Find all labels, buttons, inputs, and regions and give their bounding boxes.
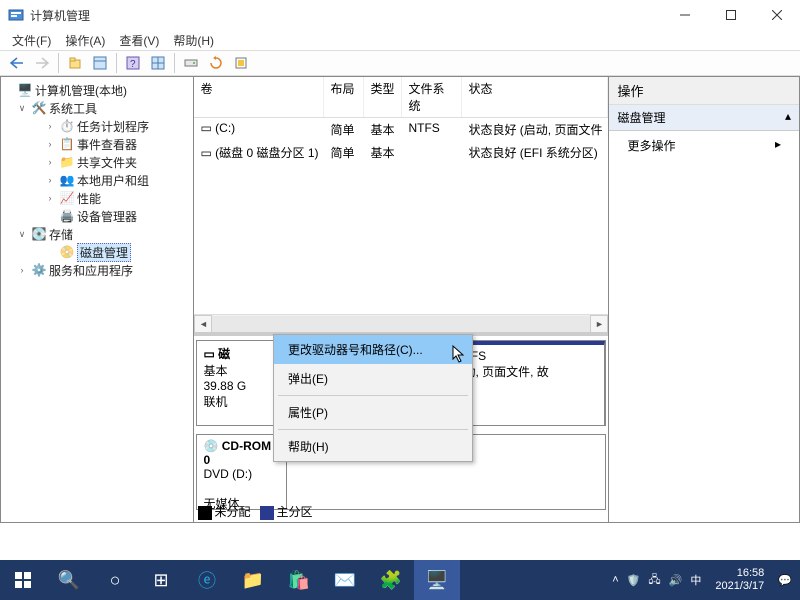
close-button[interactable] [754, 0, 800, 30]
help-icon[interactable]: ? [122, 52, 144, 74]
forward-icon[interactable] [31, 52, 53, 74]
volume-header[interactable]: 卷 布局 类型 文件系统 状态 [194, 77, 608, 118]
tree-services[interactable]: ›⚙️服务和应用程序 [1, 261, 193, 279]
search-icon[interactable]: 🔍 [46, 560, 92, 600]
volume-row[interactable]: ▭ (C:) 简单 基本 NTFS 状态良好 (启动, 页面文件 [194, 118, 608, 141]
nav-tree[interactable]: 🖥️计算机管理(本地) ∨🛠️系统工具 ›⏱️任务计划程序 ›📋事件查看器 ›📁… [1, 77, 194, 522]
tray-notifications-icon[interactable]: 💬 [778, 574, 792, 587]
explorer-icon[interactable]: 📁 [230, 560, 276, 600]
tray-clock[interactable]: 16:58 2021/3/17 [709, 567, 770, 593]
tree-devmgr[interactable]: 🖨️设备管理器 [1, 207, 193, 225]
tree-root[interactable]: 🖥️计算机管理(本地) [1, 81, 193, 99]
tree-scheduler[interactable]: ›⏱️任务计划程序 [1, 117, 193, 135]
ctx-properties[interactable]: 属性(P) [274, 398, 472, 427]
scrollbar-horizontal[interactable]: ◄ ► [194, 314, 608, 332]
minimize-button[interactable] [662, 0, 708, 30]
start-button[interactable] [0, 560, 46, 600]
partition-c[interactable]: TFS 动, 页面文件, 故 [457, 341, 605, 425]
chevron-right-icon: ▸ [775, 137, 781, 154]
store-icon[interactable]: 🛍️ [276, 560, 322, 600]
drive-icon: ▭ [200, 121, 211, 135]
tree-users[interactable]: ›👥本地用户和组 [1, 171, 193, 189]
actions-section[interactable]: 磁盘管理▴ [609, 105, 799, 131]
scroll-left-icon[interactable]: ◄ [194, 315, 212, 333]
disk-icon[interactable] [180, 52, 202, 74]
properties-icon[interactable] [89, 52, 111, 74]
tree-storage[interactable]: ∨💽存储 [1, 225, 193, 243]
ctx-help[interactable]: 帮助(H) [274, 432, 472, 461]
taskview-icon[interactable]: ⊞ [138, 560, 184, 600]
scroll-right-icon[interactable]: ► [590, 315, 608, 333]
taskbar[interactable]: 🔍 ○ ⊞ ⓔ 📁 🛍️ ✉️ 🧩 🖥️ ˄ 🛡️ 🖧 🔊 中 16:58 20… [0, 560, 800, 600]
context-menu: 更改驱动器号和路径(C)... 弹出(E) 属性(P) 帮助(H) [273, 334, 473, 462]
action-more[interactable]: 更多操作▸ [609, 131, 799, 160]
tree-perf[interactable]: ›📈性能 [1, 189, 193, 207]
tray-chevron-icon[interactable]: ˄ [612, 574, 618, 586]
tree-systools[interactable]: ∨🛠️系统工具 [1, 99, 193, 117]
tree-shared[interactable]: ›📁共享文件夹 [1, 153, 193, 171]
app-icon-1[interactable]: 🧩 [368, 560, 414, 600]
tray-ime[interactable]: 中 [690, 572, 701, 588]
menu-file[interactable]: 文件(F) [12, 32, 51, 49]
tree-diskmgmt[interactable]: 📀磁盘管理 [1, 243, 193, 261]
actions-header: 操作 [609, 77, 799, 105]
up-icon[interactable] [64, 52, 86, 74]
mmc-taskbar-icon[interactable]: 🖥️ [414, 560, 460, 600]
mail-icon[interactable]: ✉️ [322, 560, 368, 600]
settings-icon[interactable] [230, 52, 252, 74]
tray-volume-icon[interactable]: 🔊 [669, 574, 683, 587]
legend: 未分配 主分区 [198, 503, 312, 520]
svg-text:?: ? [130, 59, 136, 70]
ctx-change-drive-letter[interactable]: 更改驱动器号和路径(C)... [274, 335, 472, 364]
edge-icon[interactable]: ⓔ [184, 560, 230, 600]
maximize-button[interactable] [708, 0, 754, 30]
tree-eventviewer[interactable]: ›📋事件查看器 [1, 135, 193, 153]
collapse-icon[interactable]: ▴ [785, 109, 791, 126]
drive-icon: ▭ [200, 146, 211, 160]
menu-action[interactable]: 操作(A) [65, 32, 105, 49]
volume-row[interactable]: ▭ (磁盘 0 磁盘分区 1) 简单 基本 状态良好 (EFI 系统分区) [194, 141, 608, 164]
menu-view[interactable]: 查看(V) [119, 32, 159, 49]
tray-network-icon[interactable]: 🖧 [648, 571, 660, 590]
menu-help[interactable]: 帮助(H) [173, 32, 214, 49]
back-icon[interactable] [6, 52, 28, 74]
view-list-icon[interactable] [147, 52, 169, 74]
tray-security-icon[interactable]: 🛡️ [627, 574, 641, 587]
window-title: 计算机管理 [30, 7, 90, 24]
cortana-icon[interactable]: ○ [92, 560, 138, 600]
app-icon [8, 7, 24, 23]
refresh-icon[interactable] [205, 52, 227, 74]
ctx-eject[interactable]: 弹出(E) [274, 364, 472, 393]
